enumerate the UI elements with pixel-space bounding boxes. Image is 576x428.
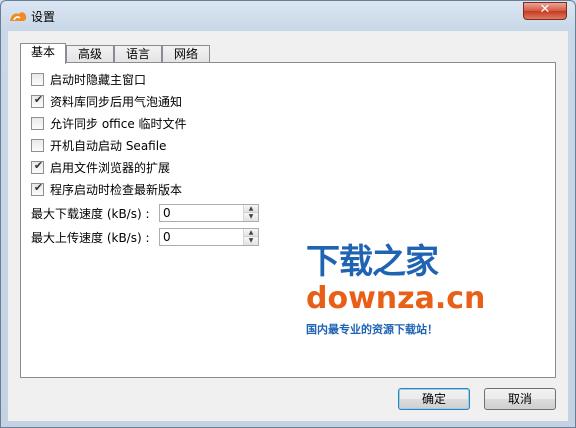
basic-settings-panel: 启动时隐藏主窗口 ✔ 资料库同步后用气泡通知 允许同步 office 临时文件 … [20, 62, 556, 378]
ok-button[interactable]: 确定 [398, 388, 470, 410]
download-speed-spinbox[interactable]: ▲ ▼ [159, 204, 259, 222]
close-button[interactable]: ✕ [523, 2, 567, 20]
watermark-logo: 下载之家 downza.cn 国内最专业的资源下载站！ [306, 242, 486, 337]
download-speed-input[interactable] [160, 205, 243, 221]
download-speed-label: 最大下载速度 (kB/s) : [31, 206, 150, 221]
option-sync-office-temp[interactable]: 允许同步 office 临时文件 [31, 115, 187, 131]
checkbox[interactable]: ✔ [31, 92, 44, 108]
checkbox[interactable] [31, 138, 44, 152]
upload-speed-label: 最大上传速度 (kB/s) : [31, 230, 150, 245]
watermark-cn: 下载之家 [306, 242, 439, 282]
upload-speed-input[interactable] [160, 229, 243, 245]
window-title: 设置 [31, 10, 56, 24]
checkbox-label: 启动时隐藏主窗口 [50, 72, 147, 87]
spin-arrows: ▲ ▼ [243, 205, 258, 221]
watermark-sub: 国内最专业的资源下载站！ [306, 323, 438, 336]
spin-arrows: ▲ ▼ [243, 229, 258, 245]
spin-up-icon[interactable]: ▲ [244, 229, 258, 237]
upload-speed-spinbox[interactable]: ▲ ▼ [159, 228, 259, 246]
spin-up-icon[interactable]: ▲ [244, 205, 258, 213]
checkbox-label: 开机自动启动 Seafile [50, 138, 167, 153]
checkbox-label: 程序启动时检查最新版本 [50, 182, 183, 197]
checkbox[interactable]: ✔ [31, 158, 44, 174]
cancel-button[interactable]: 取消 [484, 388, 556, 410]
download-speed-row: 最大下载速度 (kB/s) : ▲ ▼ [31, 203, 259, 223]
tab-basic[interactable]: 基本 [20, 43, 66, 64]
upload-speed-row: 最大上传速度 (kB/s) : ▲ ▼ [31, 227, 259, 247]
spin-down-icon[interactable]: ▼ [244, 213, 258, 221]
option-bubble-notify[interactable]: ✔ 资料库同步后用气泡通知 [31, 93, 182, 109]
tab-network[interactable]: 网络 [162, 45, 210, 63]
check-mark-icon: ✔ [33, 92, 44, 106]
option-check-updates[interactable]: ✔ 程序启动时检查最新版本 [31, 181, 182, 197]
watermark-en: downza.cn [306, 281, 486, 316]
checkbox-label: 启用文件浏览器的扩展 [50, 160, 171, 175]
seafile-app-icon [10, 12, 27, 21]
settings-window: 设置 ✕ 基本 高级 语言 网络 启动时隐藏主窗口 ✔ 资料库同步后用气泡通知 … [0, 0, 576, 428]
title-bar[interactable]: 设置 ✕ [1, 1, 575, 31]
tab-language[interactable]: 语言 [114, 45, 162, 63]
checkbox[interactable]: ✔ [31, 180, 44, 196]
option-hide-main-window[interactable]: 启动时隐藏主窗口 [31, 71, 146, 87]
tab-advanced[interactable]: 高级 [66, 45, 114, 63]
close-icon: ✕ [539, 2, 551, 17]
checkbox-label: 允许同步 office 临时文件 [50, 116, 187, 131]
option-autostart[interactable]: 开机自动启动 Seafile [31, 137, 166, 153]
spin-down-icon[interactable]: ▼ [244, 237, 258, 245]
checkbox[interactable] [31, 72, 44, 86]
option-explorer-extension[interactable]: ✔ 启用文件浏览器的扩展 [31, 159, 170, 175]
dialog-client: 基本 高级 语言 网络 启动时隐藏主窗口 ✔ 资料库同步后用气泡通知 允许同步 … [8, 31, 568, 421]
check-mark-icon: ✔ [33, 158, 44, 172]
checkbox-label: 资料库同步后用气泡通知 [50, 94, 183, 109]
check-mark-icon: ✔ [33, 180, 44, 194]
checkbox[interactable] [31, 116, 44, 130]
